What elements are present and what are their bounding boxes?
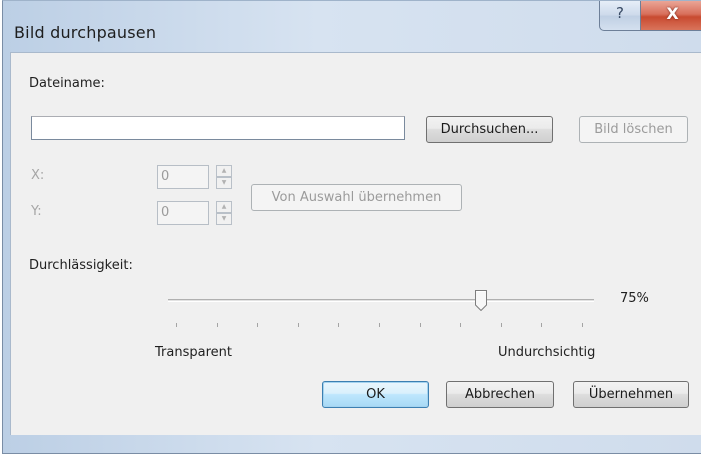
opacity-value: 75% bbox=[620, 291, 649, 306]
slider-tick bbox=[216, 323, 218, 327]
slider-tick bbox=[582, 323, 583, 327]
y-label: Y: bbox=[31, 204, 42, 219]
slider-tick bbox=[541, 323, 543, 327]
x-input[interactable]: 0 bbox=[157, 165, 209, 189]
opacity-label: Durchlässigkeit: bbox=[29, 258, 133, 273]
filename-input[interactable] bbox=[31, 116, 405, 140]
slider-tick bbox=[176, 323, 177, 327]
dialog-window: Bild durchpausen ? X Dateiname: Durchsuc… bbox=[0, 0, 701, 454]
slider-tick bbox=[379, 323, 380, 327]
opacity-min-label: Transparent bbox=[155, 345, 232, 360]
cancel-button[interactable]: Abbrechen bbox=[446, 381, 554, 408]
y-spinner[interactable]: ▲ ▼ bbox=[216, 201, 232, 225]
opacity-max-label: Undurchsichtig bbox=[498, 345, 596, 360]
slider-tick bbox=[419, 323, 421, 327]
close-icon: X bbox=[666, 4, 679, 23]
close-button[interactable]: X bbox=[640, 1, 701, 31]
delete-image-button[interactable]: Bild löschen bbox=[579, 116, 688, 143]
chevron-down-icon[interactable]: ▼ bbox=[216, 213, 232, 225]
slider-tick bbox=[460, 323, 462, 327]
filename-label: Dateiname: bbox=[29, 76, 105, 91]
help-button[interactable]: ? bbox=[599, 1, 641, 31]
question-mark-icon: ? bbox=[616, 4, 624, 22]
slider-tick bbox=[257, 323, 259, 327]
chevron-up-icon[interactable]: ▲ bbox=[216, 201, 232, 213]
title-bar[interactable]: Bild durchpausen ? X bbox=[3, 1, 701, 49]
opacity-slider-track[interactable] bbox=[168, 299, 594, 302]
browse-button[interactable]: Durchsuchen... bbox=[426, 116, 553, 143]
y-input[interactable]: 0 bbox=[157, 201, 209, 225]
window-title: Bild durchpausen bbox=[14, 23, 157, 42]
x-spinner[interactable]: ▲ ▼ bbox=[216, 165, 232, 189]
ok-button[interactable]: OK bbox=[322, 381, 429, 408]
slider-tick bbox=[297, 323, 299, 327]
slider-tick bbox=[500, 323, 502, 327]
x-label: X: bbox=[31, 168, 45, 183]
apply-button[interactable]: Übernehmen bbox=[573, 381, 689, 408]
opacity-slider-thumb[interactable] bbox=[474, 290, 487, 311]
dialog-client-area: Dateiname: Durchsuchen... Bild löschen X… bbox=[10, 52, 701, 435]
from-selection-button[interactable]: Von Auswahl übernehmen bbox=[251, 184, 462, 211]
slider-tick bbox=[338, 323, 340, 327]
chevron-down-icon[interactable]: ▼ bbox=[216, 177, 232, 189]
chevron-up-icon[interactable]: ▲ bbox=[216, 165, 232, 177]
